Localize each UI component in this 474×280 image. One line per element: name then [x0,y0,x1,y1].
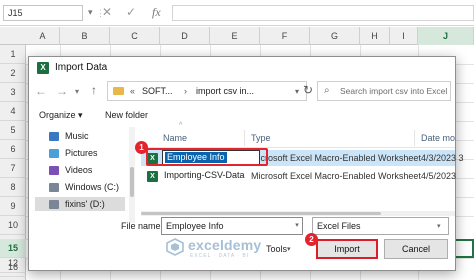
exceldemy-watermark: exceldemy EXCEL · DATA · BI [166,236,326,262]
column-header[interactable]: E [210,27,260,45]
drive-icon [49,183,59,192]
breadcrumb-item[interactable]: import csv in... [196,86,254,96]
address-bar[interactable]: « SOFT... › import csv in... [107,81,307,101]
videos-icon [49,166,59,175]
row-header[interactable]: 8 [0,178,26,197]
file-name-dropdown-chevron-icon[interactable]: ▾ [292,218,302,234]
column-header[interactable]: B [60,27,110,45]
row-header[interactable]: 9 [0,197,26,216]
column-header[interactable]: I [390,27,418,45]
new-folder-button[interactable]: New folder [105,110,148,120]
column-header[interactable]: C [110,27,160,45]
sort-chevron-icon: ^ [179,122,183,129]
row-header-active[interactable]: 15 [0,239,26,258]
row-header-column: 1 2 3 4 5 6 7 8 9 10 11 12 15 16 [0,45,26,280]
row-header[interactable]: 4 [0,102,26,121]
nav-item-label: fixins' (D:) [65,199,105,209]
confirm-entry-icon[interactable]: ✓ [126,5,136,19]
cancel-entry-icon[interactable]: ✕ [102,5,112,19]
breadcrumb-separator: › [184,86,187,96]
nav-item-videos[interactable]: Videos [35,163,125,177]
file-type: Microsoft Excel Macro-Enabled Worksheet [251,153,421,163]
file-date: 4/5/2023 [421,171,457,181]
nav-item-pictures[interactable]: Pictures [35,146,125,160]
forward-arrow-icon[interactable]: → [56,84,68,98]
file-name-label: File name: [121,221,164,231]
nav-item-label: Videos [65,165,93,175]
file-list-header: Name Type Date mo [141,130,455,148]
exceldemy-logo-icon [166,238,184,256]
formula-input[interactable] [172,5,474,21]
file-type: Microsoft Excel Macro-Enabled Worksheet [251,171,421,181]
nav-item-label: Music [65,131,89,141]
column-header[interactable]: F [260,27,310,45]
step-1-highlight [146,148,268,166]
breadcrumb-item[interactable]: SOFT... [142,86,173,96]
nav-item-label: Windows (C:) [65,182,120,192]
back-arrow-icon[interactable]: ← [35,84,47,98]
watermark-name: exceldemy [188,237,262,253]
file-date: 4/3/2023 3 [421,153,464,163]
name-box[interactable]: J15 [3,5,83,21]
dialog-title: Import Data [55,62,108,73]
search-box[interactable]: ⌕ Search import csv into Excel [317,81,451,101]
column-header-row: A B C D E F G H I J [0,27,474,45]
file-row-importing-csv-data[interactable]: X Importing-CSV-Data Microsoft Excel Mac… [141,168,457,184]
row-header[interactable]: 1 [0,45,26,64]
row-header[interactable]: 16 [0,258,26,277]
organize-button[interactable]: Organize ▾ [39,110,83,121]
nav-item-music[interactable]: Music [35,129,125,143]
file-name-input[interactable] [161,217,303,235]
column-header-active[interactable]: J [418,27,474,45]
address-dropdown-chevron-icon[interactable]: ▾ [295,87,299,96]
navigation-pane: Music Pictures Videos Windows (C:) fixin… [35,127,127,215]
column-header[interactable]: G [310,27,360,45]
row-header[interactable]: 2 [0,64,26,83]
up-arrow-icon[interactable]: ↑ [91,83,97,97]
nav-item-fixins-d[interactable]: fixins' (D:) [35,197,125,211]
column-type-header[interactable]: Type [251,133,271,143]
column-date-header[interactable]: Date mo [421,133,455,143]
recent-locations-chevron-icon[interactable]: ▾ [75,87,79,96]
column-header[interactable]: H [360,27,390,45]
name-box-dropdown-icon[interactable]: ▾ [88,7,93,18]
excel-file-icon: X [147,171,158,182]
search-icon: ⌕ [324,85,330,96]
command-bar: Organize ▾ New folder [29,107,455,125]
breadcrumb-overflow[interactable]: « [130,86,135,96]
nav-item-windows-c[interactable]: Windows (C:) [35,180,125,194]
file-list-scroll-thumb[interactable] [141,212,381,215]
step-1-callout: 1 [135,141,148,154]
nav-item-label: Pictures [65,148,98,158]
row-header[interactable]: 6 [0,140,26,159]
insert-function-icon[interactable]: fx [152,5,161,20]
column-header[interactable]: A [26,27,60,45]
cancel-button[interactable]: Cancel [384,239,448,259]
search-placeholder: Search import csv into Excel [340,86,448,96]
pictures-icon [49,149,59,158]
row-header[interactable]: 5 [0,121,26,140]
column-header[interactable]: D [160,27,210,45]
music-icon [49,132,59,141]
file-type-chevron-icon[interactable]: ▾ [437,222,441,230]
excel-app-icon: X [37,62,49,74]
dialog-titlebar[interactable]: X Import Data [29,57,455,79]
nav-pane-scroll-thumb[interactable] [130,167,134,197]
column-divider[interactable] [244,130,245,146]
file-name: Importing-CSV-Data [164,170,245,180]
drive-icon [49,200,59,209]
file-type-select[interactable]: Excel Files [312,217,449,235]
watermark-tagline: EXCEL · DATA · BI [190,253,250,259]
row-header[interactable]: 3 [0,83,26,102]
column-divider[interactable] [414,130,415,146]
row-header[interactable]: 10 [0,216,26,235]
refresh-icon[interactable]: ↻ [303,83,313,97]
folder-icon [113,87,124,95]
column-name-header[interactable]: Name [163,133,187,143]
row-header[interactable]: 7 [0,159,26,178]
